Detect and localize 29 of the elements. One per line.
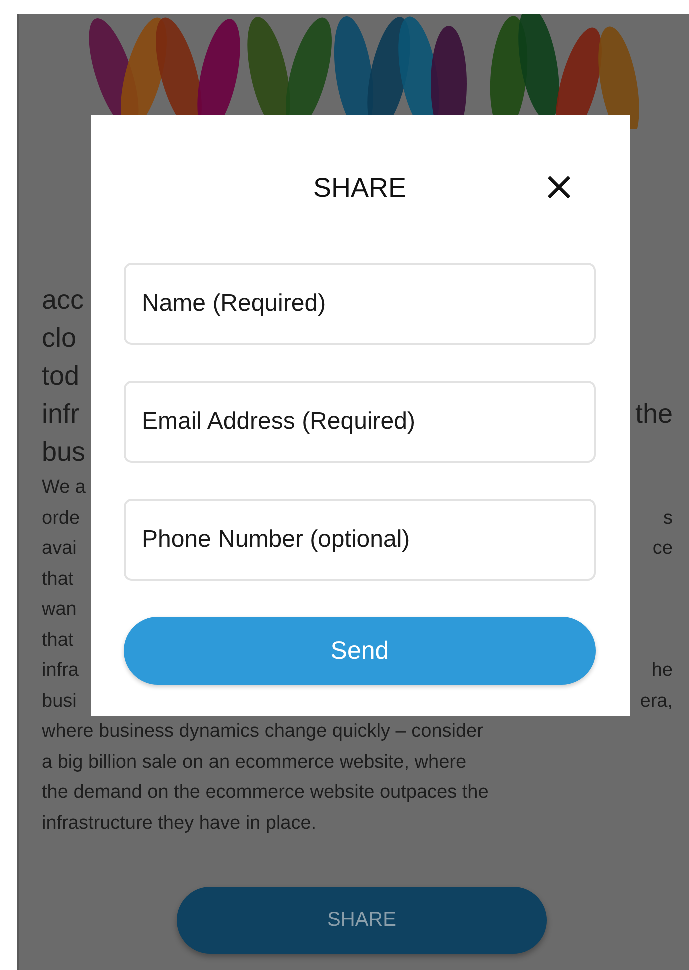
body-text: orde — [42, 506, 80, 530]
body-text: ce — [652, 537, 673, 561]
body-text: infra — [42, 659, 79, 683]
body-text: era, — [640, 690, 673, 714]
body-text: the demand on the ecommerce website outpaces the — [42, 781, 489, 805]
body-text: that — [42, 628, 74, 652]
body-text: s — [664, 506, 673, 530]
close-button[interactable]: × — [542, 167, 576, 207]
send-button[interactable]: Send — [124, 617, 596, 685]
heading-text: acc — [42, 284, 84, 317]
input-field[interactable]: Phone Number (optional) — [124, 499, 596, 581]
input-field[interactable]: Name (Required) — [124, 263, 596, 345]
body-text: avai — [42, 537, 77, 561]
share-button[interactable]: SHARE — [177, 887, 547, 954]
body-text: that — [42, 568, 74, 592]
heading-text: tod — [42, 360, 80, 393]
body-text: wan — [42, 598, 77, 622]
body-text: busi — [42, 690, 77, 714]
body-text: he — [652, 659, 673, 683]
body-text: where business dynamics change quickly – consider — [42, 720, 484, 744]
heading-text: bus — [42, 436, 86, 469]
input-field[interactable]: Email Address (Required) — [124, 381, 596, 463]
body-text: infrastructure they have in place. — [42, 812, 317, 836]
body-text: We a — [42, 476, 86, 500]
dialog-title: SHARE — [313, 172, 407, 204]
heading-text: the — [635, 398, 673, 431]
heading-text: clo — [42, 322, 77, 355]
body-text: a big billion sale on an ecommerce website, where — [42, 750, 467, 774]
heading-text: infr — [42, 398, 80, 431]
